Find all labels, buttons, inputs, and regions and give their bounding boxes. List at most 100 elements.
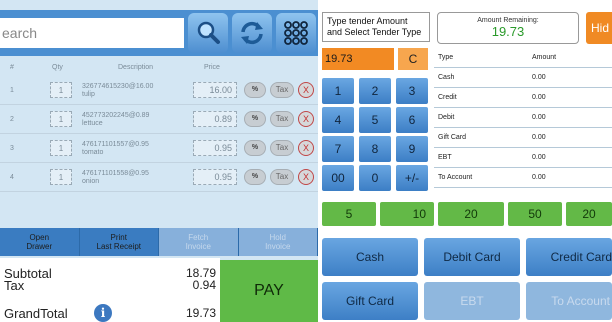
delete-item-button[interactable]: X [298,169,314,185]
tax-button[interactable]: Tax [270,169,294,185]
open-drawer-button[interactable]: Open Drawer [0,228,80,256]
quick-amount-50[interactable]: 50 [508,202,562,226]
item-name: tomato [82,149,104,156]
cash-button[interactable]: Cash [322,238,418,276]
key-9[interactable]: 9 [396,136,428,162]
table-row: Gift Card 0.00 [434,128,612,148]
key-2[interactable]: 2 [359,78,391,104]
item-code: 326774615230@16.00 [82,83,154,90]
delete-item-button[interactable]: X [298,82,314,98]
clear-button[interactable]: C [398,48,428,70]
hide-button[interactable]: Hid [586,12,612,44]
item-code: 476171101557@0.95 [82,141,149,148]
discount-button[interactable]: % [244,111,266,127]
tender-pane: Type tender Amount and Select Tender Typ… [320,0,612,322]
tax-value: 0.94 [192,278,216,292]
qty-field[interactable]: 1 [50,140,72,156]
discount-button[interactable]: % [244,140,266,156]
grid-icon [284,21,308,45]
amount-remaining-value: 19.73 [491,24,525,39]
header-price: Price [204,64,220,71]
key-1[interactable]: 1 [322,78,354,104]
table-row[interactable]: 3 1 476171101557@0.95 tomato 0.95 % Tax X [0,134,318,163]
hold-invoice-button[interactable]: Hold Invoice [238,228,318,256]
item-code: 476171101558@0.95 [82,170,149,177]
key-plus-minus[interactable]: +/- [396,165,428,191]
item-code: 452773202245@0.89 [82,112,150,119]
tax-label: Tax [4,278,25,293]
key-7[interactable]: 7 [322,136,354,162]
refresh-button[interactable] [232,13,272,53]
row-number: 2 [10,116,14,123]
table-row[interactable]: 1 1 326774615230@16.00 tulip 16.00 % Tax … [0,76,318,105]
tender-instructions: Type tender Amount and Select Tender Typ… [322,12,430,42]
amount-remaining-box: Amount Remaining: 19.73 [437,12,579,44]
key-8[interactable]: 8 [359,136,391,162]
key-6[interactable]: 6 [396,107,428,133]
header-num: # [10,64,14,71]
key-4[interactable]: 4 [322,107,354,133]
qty-field[interactable]: 1 [50,111,72,127]
tender-amount-field[interactable]: 19.73 [322,48,394,70]
grand-total-label: GrandTotal [4,306,68,321]
quick-amount-10[interactable]: 10 [380,202,434,226]
price-field[interactable]: 0.95 [193,140,237,156]
item-description: 476171101558@0.95 onion [82,170,149,186]
pay-button[interactable]: PAY [220,260,318,322]
credit-card-button[interactable]: Credit Card [526,238,612,276]
fetch-invoice-button[interactable]: Fetch Invoice [159,228,239,256]
price-field[interactable]: 0.89 [193,111,237,127]
grid-menu-button[interactable] [276,13,316,53]
row-number: 1 [10,87,14,94]
item-name: onion [82,178,100,185]
table-row: Cash 0.00 [434,68,612,88]
delete-item-button[interactable]: X [298,111,314,127]
table-row[interactable]: 4 1 476171101558@0.95 onion 0.95 % Tax X [0,163,318,192]
key-5[interactable]: 5 [359,107,391,133]
quick-amount-5[interactable]: 5 [322,202,376,226]
qty-field[interactable]: 1 [50,82,72,98]
quick-amount-20[interactable]: 20 [438,202,504,226]
table-row[interactable]: 2 1 452773202245@0.89 lettuce 0.89 % Tax … [0,105,318,134]
table-row: Debit 0.00 [434,108,612,128]
discount-button[interactable]: % [244,169,266,185]
cart-table-header: # Qty Description Price [0,60,318,76]
discount-button[interactable]: % [244,82,266,98]
header-qty: Qty [52,64,63,71]
table-row: Credit 0.00 [434,88,612,108]
print-last-receipt-button[interactable]: Print Last Receipt [79,228,159,256]
to-account-button[interactable]: To Account [526,282,612,320]
info-icon[interactable]: i [94,304,112,322]
key-00[interactable]: 00 [322,165,354,191]
tender-table-header: Type Amount [434,48,612,68]
item-description: 452773202245@0.89 lettuce [82,112,149,128]
totals-panel: Subtotal 18.79 Tax 0.94 GrandTotal i 19.… [0,258,220,322]
debit-card-button[interactable]: Debit Card [424,238,520,276]
tax-button[interactable]: Tax [270,140,294,156]
refresh-icon [241,21,263,45]
gift-card-button[interactable]: Gift Card [322,282,418,320]
search-button[interactable] [188,13,228,53]
grand-total-value: 19.73 [185,306,216,320]
price-field[interactable]: 16.00 [193,82,237,98]
ebt-button[interactable]: EBT [424,282,520,320]
magnifier-icon [197,21,220,44]
quick-amount-row: 5 10 20 50 20 [322,202,612,226]
qty-field[interactable]: 1 [50,169,72,185]
table-row: To Account 0.00 [434,168,612,188]
delete-item-button[interactable]: X [298,140,314,156]
cart-actions: Open Drawer Print Last Receipt Fetch Invoic… [0,228,318,256]
type-header: Type [438,54,454,61]
table-row: EBT 0.00 [434,148,612,168]
cart-rows: 1 1 326774615230@16.00 tulip 16.00 % Tax … [0,76,318,192]
search-input[interactable] [0,18,184,48]
quick-amount-20-alt[interactable]: 20 [566,202,612,226]
key-0[interactable]: 0 [359,165,391,191]
row-number: 4 [10,174,14,181]
tax-button[interactable]: Tax [270,111,294,127]
tax-button[interactable]: Tax [270,82,294,98]
amount-remaining-label: Amount Remaining: [477,17,539,24]
key-3[interactable]: 3 [396,78,428,104]
row-number: 3 [10,145,14,152]
price-field[interactable]: 0.95 [193,169,237,185]
